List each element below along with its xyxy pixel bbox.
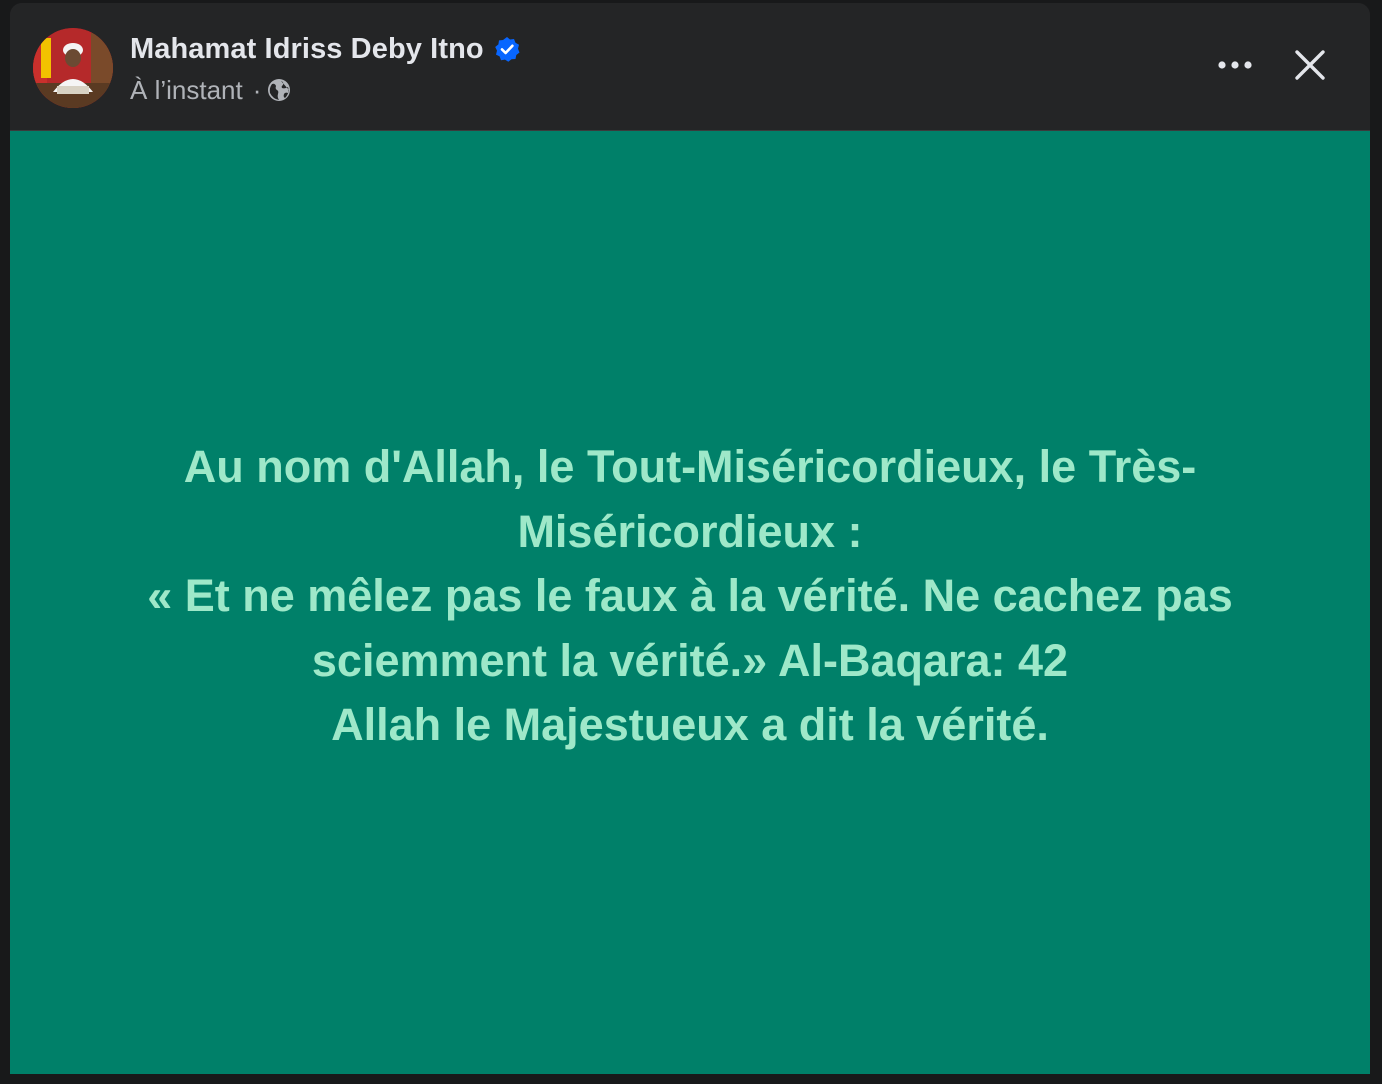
close-button[interactable] [1286, 41, 1334, 89]
close-icon [1295, 50, 1325, 80]
author-row: Mahamat Idriss Deby Itno [130, 31, 520, 67]
more-options-button[interactable] [1213, 47, 1257, 83]
author-avatar[interactable] [33, 28, 113, 108]
verified-badge-icon [494, 36, 520, 62]
globe-icon [267, 78, 291, 102]
more-options-icon [1218, 61, 1252, 69]
post-timestamp[interactable]: À l’instant [130, 75, 243, 106]
post-text: Au nom d'Allah, le Tout-Miséricordieux, … [147, 441, 1233, 751]
author-name[interactable]: Mahamat Idriss Deby Itno [130, 33, 484, 66]
post-meta: À l’instant · [130, 73, 291, 107]
avatar-image [33, 28, 113, 108]
meta-separator: · [252, 74, 262, 105]
bottom-strip [0, 1074, 1382, 1084]
post-viewer: Mahamat Idriss Deby Itno À l’instant · A… [10, 3, 1370, 1074]
post-content: Au nom d'Allah, le Tout-Miséricordieux, … [10, 131, 1370, 1074]
post-header: Mahamat Idriss Deby Itno À l’instant · [10, 3, 1370, 130]
